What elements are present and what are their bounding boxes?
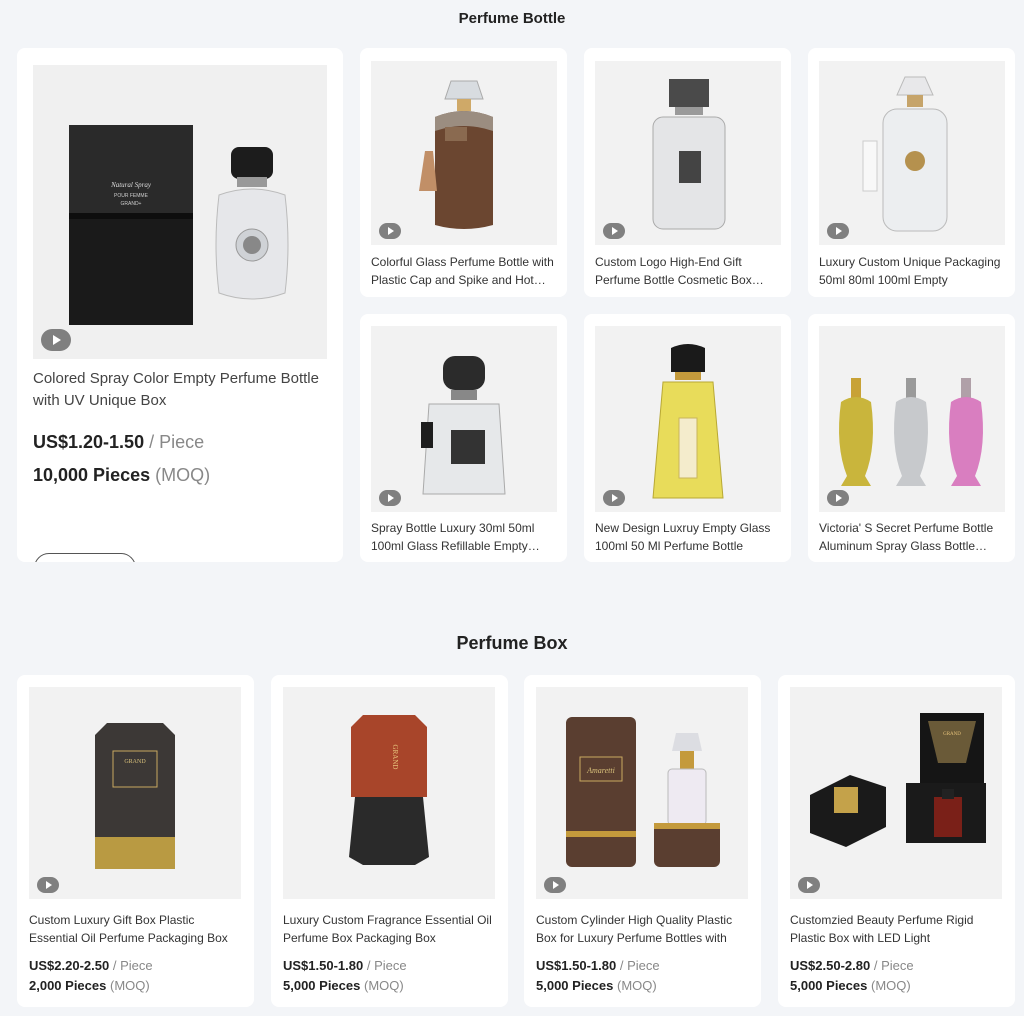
- product-image[interactable]: Natural Spray POUR FEMME GRAND+: [33, 65, 327, 359]
- product-moq: 5,000 Pieces: [283, 978, 361, 993]
- product-image[interactable]: [819, 61, 1005, 245]
- product-image[interactable]: [595, 326, 781, 512]
- product-title[interactable]: Customzied Beauty Perfume Rigid Plastic …: [790, 912, 1006, 947]
- play-icon[interactable]: [798, 877, 820, 893]
- yellow-perfume-bottle-image: [652, 344, 724, 499]
- moq-unit: (MOQ): [870, 978, 911, 993]
- moq-unit: (MOQ): [363, 978, 404, 993]
- price-unit: / Piece: [149, 432, 205, 452]
- product-image[interactable]: GRAND: [790, 687, 1002, 899]
- play-icon[interactable]: [603, 223, 625, 239]
- product-title[interactable]: Custom Logo High-End Gift Perfume Bottle…: [595, 254, 781, 289]
- product-image[interactable]: Amaretti: [536, 687, 748, 899]
- play-icon[interactable]: [379, 223, 401, 239]
- product-moq-line: 5,000 Pieces (MOQ): [536, 978, 657, 993]
- product-card[interactable]: Custom Logo High-End Gift Perfume Bottle…: [584, 48, 791, 297]
- product-image[interactable]: [371, 326, 557, 512]
- product-card[interactable]: Victoria' S Secret Perfume Bottle Alumin…: [808, 314, 1015, 562]
- led-rigid-box-image: GRAND: [810, 713, 986, 847]
- price-unit: / Piece: [619, 958, 660, 973]
- product-price: US$1.50-1.80: [536, 958, 617, 973]
- product-image[interactable]: [595, 61, 781, 245]
- product-image[interactable]: [819, 326, 1005, 512]
- product-title[interactable]: Colored Spray Color Empty Perfume Bottle…: [33, 368, 329, 412]
- product-image[interactable]: GRAND: [29, 687, 241, 899]
- product-price-line: US$1.50-1.80 / Piece: [283, 958, 407, 973]
- product-moq-line: 2,000 Pieces (MOQ): [29, 978, 150, 993]
- contact-now-button[interactable]: Contact Now: [34, 553, 136, 562]
- price-unit: / Piece: [366, 958, 407, 973]
- section-title-perfume-bottle: Perfume Bottle: [458, 10, 566, 27]
- box-label: Natural Spray: [110, 181, 152, 189]
- product-price-line: US$1.50-1.80 / Piece: [536, 958, 660, 973]
- product-card[interactable]: Spray Bottle Luxury 30ml 50ml 100ml Glas…: [360, 314, 567, 562]
- product-moq: 10,000 Pieces: [33, 465, 151, 485]
- product-title[interactable]: Custom Cylinder High Quality Plastic Box…: [536, 912, 752, 947]
- product-moq: 5,000 Pieces: [790, 978, 868, 993]
- product-price: US$1.50-1.80: [283, 958, 364, 973]
- product-title[interactable]: Luxury Custom Unique Packaging 50ml 80ml…: [819, 254, 1005, 289]
- product-image[interactable]: GRAND: [283, 687, 495, 899]
- clear-perfume-bottle-image: [652, 79, 726, 230]
- product-card[interactable]: GRAND Custom Luxury Gift Box Plastic Ess…: [17, 675, 254, 1007]
- product-price-line: US$2.50-2.80 / Piece: [790, 958, 914, 973]
- box-label: GRAND: [943, 732, 961, 737]
- product-card[interactable]: Luxury Custom Unique Packaging 50ml 80ml…: [808, 48, 1015, 297]
- box-label: GRAND: [391, 745, 399, 770]
- product-title[interactable]: New Design Luxruy Empty Glass 100ml 50 M…: [595, 520, 781, 555]
- brown-perfume-bottle-image: [419, 80, 493, 229]
- moq-unit: (MOQ): [109, 978, 150, 993]
- black-cap-perfume-bottle-image: [421, 356, 506, 495]
- price-unit: / Piece: [112, 958, 153, 973]
- product-price-line: US$2.20-2.50 / Piece: [29, 958, 153, 973]
- box-sublabel: POUR FEMME: [114, 193, 149, 199]
- product-title[interactable]: Luxury Custom Fragrance Essential Oil Pe…: [283, 912, 499, 947]
- play-icon[interactable]: [41, 329, 71, 351]
- price-unit: / Piece: [873, 958, 914, 973]
- box-label: GRAND: [124, 759, 146, 765]
- product-price: US$2.20-2.50: [29, 958, 110, 973]
- product-title[interactable]: Custom Luxury Gift Box Plastic Essential…: [29, 912, 245, 947]
- hexagon-gift-box-image: GRAND: [95, 723, 175, 869]
- moq-unit: (MOQ): [616, 978, 657, 993]
- play-icon[interactable]: [827, 490, 849, 506]
- wood-grain-box-image: GRAND: [349, 715, 429, 865]
- product-moq-line: 10,000 Pieces (MOQ): [33, 465, 210, 486]
- product-moq-line: 5,000 Pieces (MOQ): [790, 978, 911, 993]
- product-image[interactable]: [371, 61, 557, 245]
- section-title-perfume-box: Perfume Box: [456, 633, 568, 653]
- product-title[interactable]: Colorful Glass Perfume Bottle with Plast…: [371, 254, 557, 289]
- product-price-line: US$1.20-1.50 / Piece: [33, 432, 204, 453]
- cylinder-box-image: Amaretti: [566, 717, 720, 867]
- product-card[interactable]: Colorful Glass Perfume Bottle with Plast…: [360, 48, 567, 297]
- play-icon[interactable]: [37, 877, 59, 893]
- product-card[interactable]: GRAND Luxury Custom Fragrance Essential …: [271, 675, 508, 1007]
- product-moq-line: 5,000 Pieces (MOQ): [283, 978, 404, 993]
- product-card[interactable]: Amaretti Custom Cylinder High Quality Pl…: [524, 675, 761, 1007]
- product-title[interactable]: Victoria' S Secret Perfume Bottle Alumin…: [819, 520, 1005, 555]
- moq-unit: (MOQ): [155, 465, 211, 485]
- perfume-bottle-with-box-image: Natural Spray POUR FEMME GRAND+: [69, 125, 289, 325]
- product-moq: 2,000 Pieces: [29, 978, 107, 993]
- play-icon[interactable]: [827, 223, 849, 239]
- crystal-perfume-bottle-image: [862, 76, 948, 232]
- product-moq: 5,000 Pieces: [536, 978, 614, 993]
- product-card[interactable]: GRAND Customzied Beauty Perfume Rigid Pl…: [778, 675, 1015, 1007]
- product-title[interactable]: Spray Bottle Luxury 30ml 50ml 100ml Glas…: [371, 520, 557, 555]
- product-card[interactable]: New Design Luxruy Empty Glass 100ml 50 M…: [584, 314, 791, 562]
- product-price: US$1.20-1.50: [33, 432, 145, 452]
- product-price: US$2.50-2.80: [790, 958, 871, 973]
- box-brand: GRAND+: [121, 201, 142, 207]
- body-shaped-bottles-image: [839, 378, 983, 486]
- play-icon[interactable]: [603, 490, 625, 506]
- featured-product-card[interactable]: Natural Spray POUR FEMME GRAND+ Colored …: [17, 48, 343, 562]
- play-icon[interactable]: [379, 490, 401, 506]
- play-icon[interactable]: [544, 877, 566, 893]
- box-label: Amaretti: [586, 766, 615, 775]
